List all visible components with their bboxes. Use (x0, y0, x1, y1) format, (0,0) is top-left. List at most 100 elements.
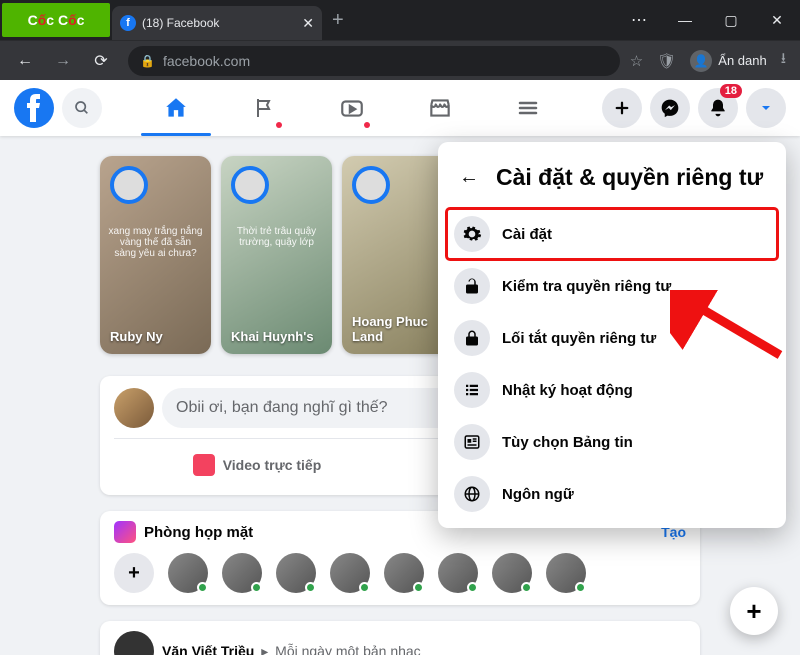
room-contact[interactable] (330, 553, 370, 593)
minimize-button[interactable]: — (662, 0, 708, 40)
story-caption: xang may trắng nắng vàng thế đã sẵn sàng… (108, 226, 203, 259)
live-video-button[interactable]: Video trực tiếp (114, 447, 400, 483)
composer-placeholder: Obii ơi, bạn đang nghĩ gì thế? (176, 399, 388, 417)
room-contact[interactable] (222, 553, 262, 593)
globe-icon (454, 476, 490, 512)
browser-titlebar: Cốc Cốc f (18) Facebook ✕ + ⋯ — ▢ ✕ (0, 0, 800, 40)
dropdown-item-activity-log[interactable]: Nhật ký hoạt động (446, 364, 778, 416)
notification-dot-icon (364, 122, 370, 128)
story-author: Hoang Phuc Land (352, 314, 443, 344)
user-avatar[interactable] (114, 388, 154, 428)
window-controls: ⋯ — ▢ ✕ (616, 0, 800, 40)
facebook-header: 18 (0, 80, 800, 136)
story-avatar-ring (231, 166, 269, 204)
lock-icon: 🔒 (140, 54, 155, 68)
reload-button[interactable]: ⟳ (84, 44, 118, 78)
room-add-button[interactable]: + (114, 553, 154, 593)
story-author: Ruby Ny (110, 329, 201, 344)
shield-icon[interactable]: 🛡 (657, 52, 676, 70)
page-content: 18 xang may trắng nắng vàng thế đã sẵn s… (0, 80, 800, 655)
browser-tab[interactable]: f (18) Facebook ✕ (112, 6, 322, 40)
url-text: facebook.com (163, 53, 250, 69)
maximize-button[interactable]: ▢ (708, 0, 754, 40)
online-dot-icon (359, 582, 370, 593)
header-right: 18 (602, 88, 786, 128)
dropdown-item-settings[interactable]: Cài đặt (446, 208, 778, 260)
back-button[interactable]: ← (8, 44, 42, 78)
account-menu-button[interactable] (746, 88, 786, 128)
online-dot-icon (413, 582, 424, 593)
story-author: Khai Huynh's (231, 329, 322, 344)
news-icon (454, 424, 490, 460)
close-window-button[interactable]: ✕ (754, 0, 800, 40)
dropdown-label: Ngôn ngữ (502, 486, 574, 503)
story-card[interactable]: Thời trẻ trâu quậy trường, quậy lớp Khai… (221, 156, 332, 354)
notification-dot-icon (276, 122, 282, 128)
online-dot-icon (305, 582, 316, 593)
live-video-label: Video trực tiếp (223, 457, 322, 473)
dropdown-back-button[interactable]: ← (452, 160, 486, 194)
create-button[interactable] (602, 88, 642, 128)
dropdown-item-privacy-checkup[interactable]: Kiểm tra quyền riêng tư (446, 260, 778, 312)
close-tab-icon[interactable]: ✕ (302, 15, 314, 32)
room-contact[interactable] (384, 553, 424, 593)
rooms-title: Phòng họp mặt (114, 521, 253, 543)
story-card[interactable]: xang may trắng nắng vàng thế đã sẵn sàng… (100, 156, 211, 354)
dropdown-label: Tùy chọn Bảng tin (502, 434, 633, 451)
feed-post-header[interactable]: Văn Viết Triều ▸ Mỗi ngày một bản nhạc (100, 621, 700, 655)
story-avatar-ring (110, 166, 148, 204)
dropdown-label: Kiểm tra quyền riêng tư (502, 278, 671, 295)
search-button[interactable] (62, 88, 102, 128)
room-contact[interactable] (438, 553, 478, 593)
address-bar: ← → ⟳ 🔒 facebook.com ☆ 🛡 👤 Ẩn danh ⭳ (0, 40, 800, 80)
nav-pages[interactable] (224, 82, 304, 134)
incognito-indicator[interactable]: 👤 Ẩn danh (690, 50, 766, 72)
post-author[interactable]: Văn Viết Triều (162, 643, 254, 655)
nav-watch[interactable] (312, 82, 392, 134)
rooms-title-text: Phòng họp mặt (144, 524, 253, 541)
nav-tabs (102, 82, 602, 134)
nav-menu[interactable] (488, 82, 568, 134)
online-dot-icon (521, 582, 532, 593)
notifications-button[interactable]: 18 (698, 88, 738, 128)
online-dot-icon (197, 582, 208, 593)
incognito-label: Ẩn danh (718, 53, 766, 68)
story-caption: Thời trẻ trâu quậy trường, quậy lớp (229, 226, 324, 248)
gear-icon (454, 216, 490, 252)
dropdown-item-language[interactable]: Ngôn ngữ (446, 468, 778, 520)
unlock-icon (454, 268, 490, 304)
room-contact[interactable] (546, 553, 586, 593)
window-menu-icon[interactable]: ⋯ (616, 0, 662, 40)
post-target[interactable]: Mỗi ngày một bản nhạc (275, 643, 421, 655)
facebook-logo[interactable] (14, 88, 54, 128)
coccoc-logo: Cốc Cốc (2, 3, 110, 37)
forward-button[interactable]: → (46, 44, 80, 78)
dropdown-item-privacy-shortcuts[interactable]: Lối tắt quyền riêng tư (446, 312, 778, 364)
story-avatar-ring (352, 166, 390, 204)
messenger-button[interactable] (650, 88, 690, 128)
story-card[interactable]: Hoang Phuc Land (342, 156, 453, 354)
online-dot-icon (575, 582, 586, 593)
room-bubbles: + (114, 553, 686, 593)
online-dot-icon (251, 582, 262, 593)
dropdown-title: Cài đặt & quyền riêng tư (496, 164, 763, 191)
new-message-fab[interactable]: + (730, 587, 778, 635)
chevron-right-icon: ▸ (261, 643, 268, 655)
dropdown-item-newsfeed-prefs[interactable]: Tùy chọn Bảng tin (446, 416, 778, 468)
nav-marketplace[interactable] (400, 82, 480, 134)
dropdown-label: Lối tắt quyền riêng tư (502, 330, 656, 347)
video-icon (193, 454, 215, 476)
room-contact[interactable] (276, 553, 316, 593)
tab-title: (18) Facebook (142, 16, 296, 30)
post-avatar[interactable] (114, 631, 154, 655)
rooms-icon (114, 521, 136, 543)
download-icon[interactable]: ⭳ (781, 48, 786, 73)
url-input[interactable]: 🔒 facebook.com (128, 46, 620, 76)
incognito-icon: 👤 (690, 50, 712, 72)
star-icon[interactable]: ☆ (630, 52, 643, 70)
new-tab-button[interactable]: + (322, 1, 354, 40)
nav-home[interactable] (136, 82, 216, 134)
room-contact[interactable] (492, 553, 532, 593)
online-dot-icon (467, 582, 478, 593)
room-contact[interactable] (168, 553, 208, 593)
